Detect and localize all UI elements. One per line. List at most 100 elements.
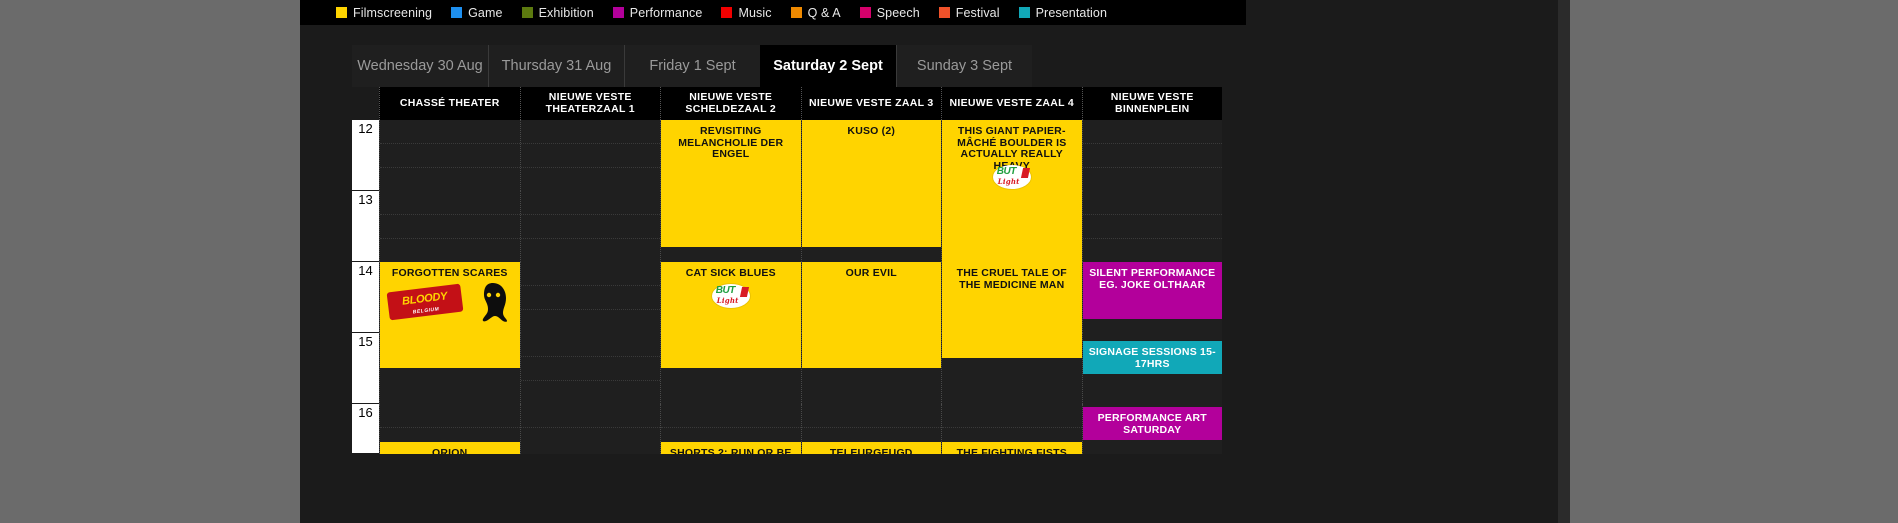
legend-swatch-icon bbox=[721, 7, 733, 18]
hour-label-14: 14 bbox=[352, 262, 379, 333]
event-cruel-tale-continuation[interactable] bbox=[942, 333, 1082, 358]
legend-label: Filmscreening bbox=[353, 5, 433, 20]
legend-label: Festival bbox=[955, 5, 1000, 20]
hour-label-16: 16 bbox=[352, 404, 379, 454]
legend-item-festival[interactable]: Festival bbox=[938, 5, 1000, 20]
event-signage-sessions[interactable]: SIGNAGE SESSIONS 15-17HRS bbox=[1082, 341, 1222, 374]
cell-zaal4-12[interactable]: THIS GIANT PAPIER-MÂCHÉ BOULDER IS ACTUA… bbox=[941, 120, 1082, 191]
legend-swatch-icon bbox=[336, 7, 347, 18]
hour-row-16: 16 ORION SHORTS 2: RUN OR BE TELEURGEUGD… bbox=[352, 404, 1222, 454]
hour-row-12: 12 REVISITING MELANCHOLIE DER ENGEL KUSO… bbox=[352, 120, 1222, 191]
legend-swatch-icon bbox=[521, 7, 533, 18]
cell-binnenplein-12[interactable] bbox=[1081, 120, 1222, 191]
cell-scheldezaal2-14[interactable]: CAT SICK BLUES BUT Light bbox=[660, 262, 801, 368]
cell-chasse-14[interactable]: FORGOTTEN SCARES BLOODY BELGIUM bbox=[379, 262, 520, 368]
cell-theaterzaal1-14[interactable] bbox=[519, 262, 660, 333]
event-cat-sick-blues-title: CAT SICK BLUES bbox=[685, 267, 776, 279]
event-performance-art[interactable]: PERFORMANCE ART SATURDAY bbox=[1082, 407, 1222, 440]
event-giant-boulder[interactable]: THIS GIANT PAPIER-MÂCHÉ BOULDER IS ACTUA… bbox=[942, 120, 1082, 191]
cell-chasse-13[interactable] bbox=[379, 191, 520, 262]
cell-binnenplein-14[interactable]: SILENT PERFORMANCE EG. JOKE OLTHAAR bbox=[1081, 262, 1222, 333]
cell-theaterzaal1-15[interactable] bbox=[519, 333, 660, 404]
legend-item-music[interactable]: Music bbox=[721, 6, 771, 20]
legend-swatch-icon bbox=[1018, 7, 1030, 18]
event-revisiting[interactable]: REVISITING MELANCHOLIE DER ENGEL bbox=[661, 120, 801, 191]
desktop-background-right bbox=[1568, 0, 1898, 523]
cell-zaal3-13[interactable] bbox=[800, 191, 941, 262]
cell-zaal3-12[interactable]: KUSO (2) bbox=[800, 120, 941, 191]
event-our-evil-continuation[interactable] bbox=[801, 333, 941, 368]
event-revisiting-continuation[interactable] bbox=[661, 191, 801, 247]
event-shorts2[interactable]: SHORTS 2: RUN OR BE bbox=[661, 442, 801, 454]
cell-binnenplein-15[interactable]: SIGNAGE SESSIONS 15-17HRS bbox=[1081, 333, 1222, 404]
cell-zaal4-13[interactable] bbox=[941, 191, 1082, 262]
hour-row-15: 15 SIGNAGE SESSIONS 15-17HRS bbox=[352, 333, 1222, 404]
event-fighting-fists[interactable]: THE FIGHTING FISTS bbox=[942, 442, 1082, 454]
cell-zaal3-16[interactable]: TELEURGEUGD bbox=[800, 404, 941, 454]
day-tabs: Wednesday 30 Aug Thursday 31 Aug Friday 1 … bbox=[352, 45, 1032, 87]
legend-swatch-icon bbox=[790, 7, 802, 18]
legend-item-filmscreening[interactable]: Filmscreening bbox=[336, 6, 432, 20]
hour-label-15: 15 bbox=[352, 333, 379, 404]
cell-scheldezaal2-16[interactable]: SHORTS 2: RUN OR BE bbox=[660, 404, 801, 454]
legend-swatch-icon bbox=[612, 7, 624, 18]
cell-chasse-15[interactable] bbox=[379, 333, 520, 404]
event-giant-boulder-continuation[interactable] bbox=[942, 191, 1082, 262]
schedule-grid: CHASSÉ THEATER NIEUWE VESTE THEATERZAAL 1… bbox=[352, 87, 1222, 454]
cell-theaterzaal1-12[interactable] bbox=[519, 120, 660, 191]
vertical-scrollbar[interactable] bbox=[1558, 0, 1570, 523]
cell-scheldezaal2-13[interactable] bbox=[660, 191, 801, 262]
legend-item-speech[interactable]: Speech bbox=[859, 5, 920, 20]
cell-zaal3-14[interactable]: OUR EVIL bbox=[800, 262, 941, 368]
cell-binnenplein-16[interactable]: PERFORMANCE ART SATURDAY bbox=[1081, 404, 1222, 454]
event-kuso-continuation[interactable] bbox=[801, 191, 941, 247]
event-cat-sick-blues-continuation[interactable] bbox=[661, 333, 801, 368]
legend-item-performance[interactable]: Performance bbox=[612, 6, 703, 20]
legend-label: Music bbox=[738, 5, 772, 20]
legend-label: Speech bbox=[876, 5, 920, 20]
legend-swatch-icon bbox=[451, 7, 463, 18]
venue-header-nieuwe-veste-scheldezaal-2: NIEUWE VESTE SCHELDEZAAL 2 bbox=[660, 87, 801, 120]
day-tab-friday-1-sept[interactable]: Friday 1 Sept bbox=[624, 45, 760, 87]
bloody-belgium-artwork: BLOODY BELGIUM bbox=[384, 282, 520, 324]
cell-binnenplein-13[interactable] bbox=[1081, 191, 1222, 262]
legend-label: Presentation bbox=[1035, 5, 1108, 20]
venue-header-nieuwe-veste-zaal-3: NIEUWE VESTE ZAAL 3 bbox=[800, 87, 942, 120]
event-silent-performance[interactable]: SILENT PERFORMANCE EG. JOKE OLTHAAR bbox=[1082, 262, 1222, 319]
event-orion[interactable]: ORION bbox=[380, 442, 520, 454]
ghost-icon bbox=[482, 283, 507, 322]
but-logo-red-bar bbox=[1020, 168, 1030, 178]
venue-header-chass-theater: CHASSÉ THEATER bbox=[379, 87, 520, 120]
cell-zaal3-15[interactable] bbox=[800, 333, 941, 404]
venue-header-nieuwe-veste-zaal-4: NIEUWE VESTE ZAAL 4 bbox=[941, 87, 1082, 120]
hour-label-13: 13 bbox=[352, 191, 379, 262]
legend-item-exhibition[interactable]: Exhibition bbox=[521, 6, 594, 20]
legend-item-q-a[interactable]: Q & A bbox=[790, 5, 841, 20]
cell-chasse-16[interactable]: ORION bbox=[379, 404, 520, 454]
cell-scheldezaal2-12[interactable]: REVISITING MELANCHOLIE DER ENGEL bbox=[660, 120, 801, 191]
hour-row-14: 14 FORGOTTEN SCARES BLOODY BELGIUM CAT S… bbox=[352, 262, 1222, 368]
legend-label: Q & A bbox=[807, 5, 841, 20]
legend-swatch-icon bbox=[859, 7, 871, 18]
event-teleurgeugd[interactable]: TELEURGEUGD bbox=[801, 442, 941, 454]
hour-label-12: 12 bbox=[352, 120, 379, 191]
but-logo-light-text: Light bbox=[997, 177, 1020, 186]
day-tab-saturday-2-sept[interactable]: Saturday 2 Sept bbox=[760, 45, 896, 87]
cell-theaterzaal1-16[interactable] bbox=[519, 404, 660, 454]
day-tab-sunday-3-sept[interactable]: Sunday 3 Sept bbox=[896, 45, 1032, 87]
cell-chasse-12[interactable] bbox=[379, 120, 520, 191]
day-tab-thursday-31-aug[interactable]: Thursday 31 Aug bbox=[488, 45, 624, 87]
cell-scheldezaal2-15[interactable] bbox=[660, 333, 801, 404]
cell-zaal4-15[interactable] bbox=[941, 333, 1082, 404]
cell-zaal4-14[interactable]: THE CRUEL TALE OF THE MEDICINE MAN bbox=[941, 262, 1082, 358]
venue-header-nieuwe-veste-theaterzaal-1: NIEUWE VESTE THEATERZAAL 1 bbox=[519, 87, 661, 120]
cell-zaal4-16[interactable]: THE FIGHTING FISTS bbox=[941, 404, 1082, 454]
cell-theaterzaal1-13[interactable] bbox=[519, 191, 660, 262]
day-tab-wednesday-30-aug[interactable]: Wednesday 30 Aug bbox=[352, 45, 488, 87]
legend-item-presentation[interactable]: Presentation bbox=[1018, 5, 1108, 20]
venue-header-nieuwe-veste-binnenplein: NIEUWE VESTE BINNENPLEIN bbox=[1081, 87, 1223, 120]
header-gutter bbox=[352, 87, 379, 120]
legend-item-game[interactable]: Game bbox=[451, 6, 502, 20]
event-kuso[interactable]: KUSO (2) bbox=[801, 120, 941, 191]
event-forgotten-scares-continuation[interactable] bbox=[380, 333, 520, 368]
